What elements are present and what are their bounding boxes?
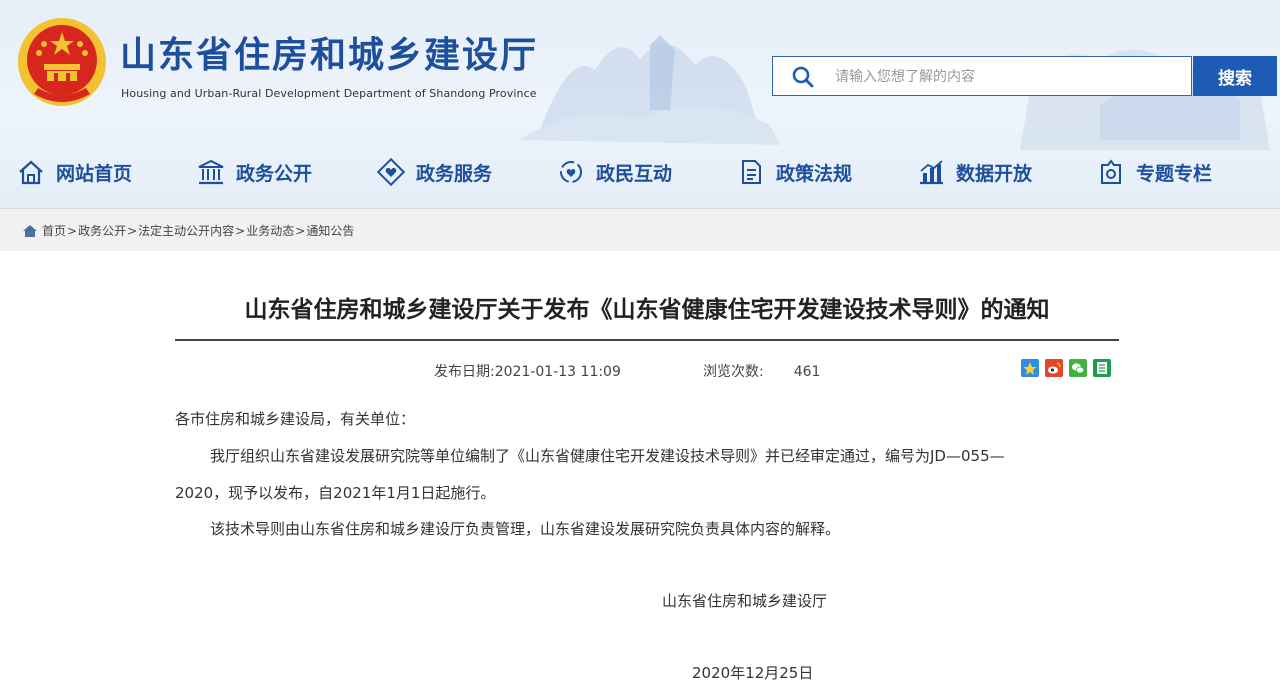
breadcrumb-home[interactable]: 首页: [42, 222, 66, 239]
share-icons: [1021, 359, 1111, 377]
national-emblem: [18, 18, 106, 106]
breadcrumb-separator: >: [295, 223, 306, 238]
site-title: 山东省住房和城乡建设厅: [120, 35, 539, 76]
qzone-icon[interactable]: [1021, 359, 1039, 377]
breadcrumb-bar: 首页 > 政务公开 > 法定主动公开内容 > 业务动态 > 通知公告: [0, 208, 1280, 251]
weibo-icon[interactable]: [1045, 359, 1063, 377]
paragraph-2: 该技术导则由山东省住房和城乡建设厅负责管理，山东省建设发展研究院负责具体内容的解…: [210, 520, 841, 538]
breadcrumb: 首页 > 政务公开 > 法定主动公开内容 > 业务动态 > 通知公告: [22, 222, 354, 239]
site-header: 山东省住房和城乡建设厅 Housing and Urban-Rural Deve…: [0, 0, 1280, 208]
topic-icon: [1101, 159, 1121, 184]
nav-item-government-affairs[interactable]: 政务公开: [196, 150, 312, 194]
search-input[interactable]: [833, 57, 1187, 97]
nav-item-policy-regulations[interactable]: 政策法规: [736, 150, 852, 194]
publish-date-value: 2021-01-13 11:09: [494, 364, 621, 380]
bar-chart-icon: [920, 160, 943, 185]
nav-item-special-topics[interactable]: 专题专栏: [1096, 150, 1212, 194]
view-count-label: 浏览次数:: [703, 364, 764, 380]
print-icon[interactable]: [1093, 359, 1111, 377]
title-divider: [175, 339, 1119, 341]
breadcrumb-separator: >: [67, 223, 78, 238]
breadcrumb-notices[interactable]: 通知公告: [306, 222, 354, 239]
publish-date: 发布日期:2021-01-13 11:09: [434, 361, 621, 381]
breadcrumb-separator: >: [127, 223, 138, 238]
paragraph-1-line-2: 2020，现予以发布，自2021年1月1日起施行。: [175, 484, 496, 502]
article-title: 山东省住房和城乡建设厅关于发布《山东省健康住宅开发建设技术导则》的通知: [244, 297, 1050, 323]
home-icon: [19, 160, 43, 185]
nav-item-home[interactable]: 网站首页: [16, 150, 132, 194]
nav-item-government-services[interactable]: 政务服务: [376, 150, 492, 194]
nav-item-open-data[interactable]: 数据开放: [916, 150, 1032, 194]
paragraph-1-line-1: 我厅组织山东省建设发展研究院等单位编制了《山东省健康住宅开发建设技术导则》并已经…: [210, 447, 1005, 465]
search-icon: [792, 66, 814, 88]
nav-item-label: 专题专栏: [1136, 162, 1213, 185]
breadcrumb-business-news[interactable]: 业务动态: [246, 222, 294, 239]
breadcrumb-government-affairs[interactable]: 政务公开: [78, 222, 126, 239]
search-button[interactable]: 搜索: [1193, 56, 1277, 96]
heart-diamond-icon: [376, 157, 406, 187]
nav-item-label: 政务公开: [236, 162, 313, 185]
nav-item-label: 政民互动: [596, 162, 673, 185]
publish-date-label: 发布日期:: [434, 364, 495, 380]
main-nav: 网站首页 政务公开 政务服务 政民互动 政策法规 数据开放 专题专栏: [0, 150, 1280, 194]
salutation: 各市住房和城乡建设局，有关单位：: [175, 410, 416, 428]
nav-item-label: 数据开放: [956, 162, 1033, 185]
view-count: 浏览次数: 461: [703, 361, 820, 381]
document-icon: [742, 160, 761, 184]
home-icon: [23, 224, 37, 237]
nav-item-public-interaction[interactable]: 政民互动: [556, 150, 672, 194]
view-count-value: 461: [793, 364, 821, 380]
nav-item-label: 政务服务: [416, 162, 493, 185]
government-building-icon: [198, 159, 224, 185]
search-box: [772, 56, 1192, 97]
nav-item-label: 网站首页: [56, 162, 133, 185]
wechat-icon[interactable]: [1069, 359, 1087, 377]
signature: 山东省住房和城乡建设厅: [662, 592, 828, 610]
signature-date: 2020年12月25日: [692, 664, 814, 682]
breadcrumb-statutory-disclosure[interactable]: 法定主动公开内容: [138, 222, 234, 239]
site-subtitle: Housing and Urban-Rural Development Depa…: [121, 87, 537, 100]
nav-item-label: 政策法规: [776, 162, 853, 185]
interaction-icon: [560, 161, 582, 183]
breadcrumb-separator: >: [235, 223, 246, 238]
